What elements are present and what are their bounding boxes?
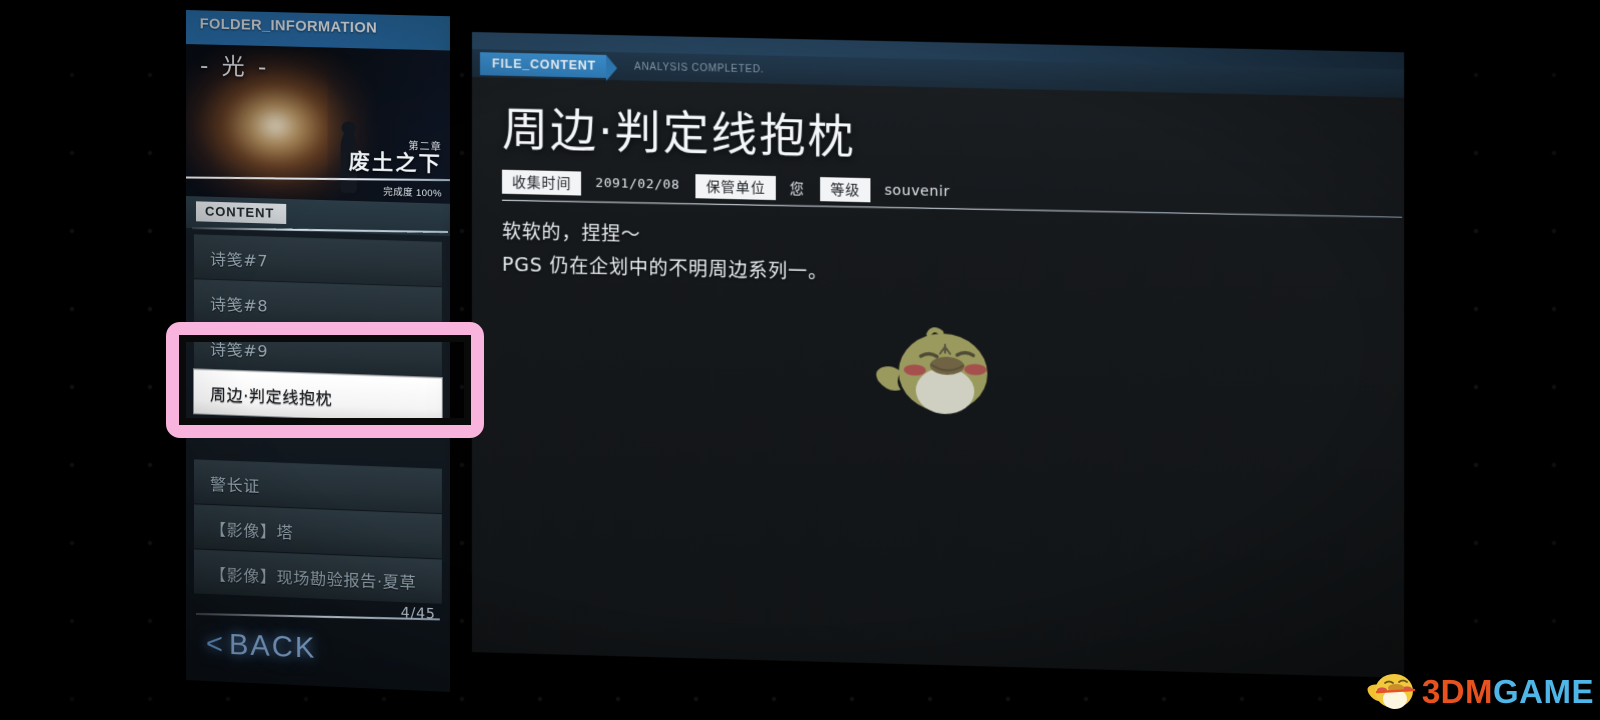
folder-information-panel: FOLDER_INFORMATION - 光 - 第二章 废土之下 完成度 10… [186,10,450,692]
file-content-tag: FILE_CONTENT [479,51,607,78]
list-item-label: 诗笺#9 [209,339,269,361]
list-item-label: 【影像】现场勘验报告·夏草 [209,564,417,593]
watermark-text: 3DMGAME [1422,673,1594,711]
list-item-label: 【影像】塔 [209,519,294,542]
content-item-list[interactable]: 诗笺#7 诗笺#8 诗笺#9 周边·判定线抱枕 警长证【影像】塔【影像】现场勘验报告·夏… [186,228,450,604]
folder-chapter-name: 废土之下 [348,151,442,177]
list-item-label: 周边·判定线抱枕 [209,384,333,408]
list-item-selected[interactable]: 周边·判定线抱枕 [193,369,442,423]
metadata-row: 收集时间 2091/02/08 保管单位您等级 souvenir [502,169,1403,219]
document-title: 周边·判定线抱枕 [502,101,856,164]
list-item[interactable]: 诗笺#7 [193,234,442,287]
file-content-body: 周边·判定线抱枕 收集时间 2091/02/08 保管单位您等级 souvenir 软… [472,77,1404,432]
metadata-key: 保管单位 [695,174,776,201]
back-arrow-icon: < [205,627,225,661]
chick-pillow-svg [876,318,988,415]
list-item-label: 诗笺#8 [209,294,269,316]
list-item-label: 警长证 [209,474,260,496]
folder-information-title: FOLDER_INFORMATION [199,15,378,37]
watermark-text-game: GAME [1493,673,1594,710]
list-item[interactable]: 【影像】现场勘验报告·夏草 [193,549,442,604]
page-indicator: 4/45 [400,605,436,623]
watermark-text-3dm: 3DM [1421,673,1493,710]
chick-mascot-icon [1367,674,1416,709]
file-content-panel: FILE_CONTENT ANALYSIS COMPLETED. 周边·判定线抱… [472,32,1405,678]
metadata-key: 收集时间 [502,169,582,196]
list-item-label [194,436,210,437]
folder-completion-text: 完成度 100% [383,186,442,200]
game-ui-screen: FOLDER_INFORMATION - 光 - 第二章 废土之下 完成度 10… [0,0,1600,720]
folder-handwritten-title: - 光 - [199,53,270,82]
list-item[interactable]: 诗笺#9 [193,324,442,378]
analysis-status-text: ANALYSIS COMPLETED. [634,61,765,75]
back-button[interactable]: < BACK [206,628,316,666]
list-item-label: 诗笺#7 [209,249,269,271]
folder-chapter-label: 第二章 [408,141,442,154]
list-item[interactable]: 诗笺#8 [193,279,442,332]
metadata-value: souvenir [884,182,950,200]
folder-thumbnail-art: - 光 - 第二章 废土之下 完成度 100% [186,44,450,204]
metadata-value: 2091/02/08 [595,176,680,194]
metadata-value: 您 [789,181,805,198]
content-header-label: CONTENT [195,201,287,225]
folder-chapter-block: 第二章 废土之下 [349,136,442,177]
watermark: 3DMGAME [1365,668,1594,716]
list-item [194,414,442,467]
document-description: 软软的，捏捏～ PGS 仍在企划中的不明周边系列一。 [502,216,1374,302]
metadata-key: 等级 [820,177,871,203]
back-button-label: BACK [228,628,317,665]
chick-pillow-illustration [870,318,1001,422]
